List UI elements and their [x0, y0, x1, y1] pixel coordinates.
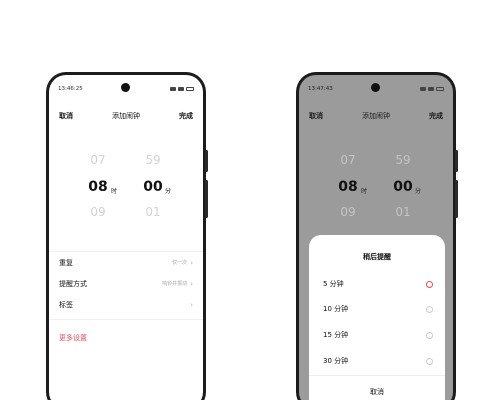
divider: [49, 319, 203, 320]
sheet-cancel-button[interactable]: 取消: [309, 387, 445, 397]
chevron-right-icon: ›: [190, 258, 193, 267]
minute-option[interactable]: 01: [388, 205, 418, 219]
hour-option[interactable]: 09: [83, 205, 113, 219]
radio-selected-icon[interactable]: [426, 280, 433, 288]
hour-selected[interactable]: 08: [83, 179, 113, 195]
chevron-right-icon: ›: [190, 300, 193, 309]
minute-option[interactable]: 01: [138, 205, 168, 219]
time-picker[interactable]: 07 08 09 时 59 00 01 分: [299, 139, 453, 229]
status-time: 13:47:43: [308, 86, 333, 92]
reminder-mode-row[interactable]: 提醒方式 响铃并振动 ›: [49, 273, 203, 294]
done-button[interactable]: 完成: [179, 111, 193, 121]
radio-icon[interactable]: [426, 357, 433, 365]
row-value: 响铃并振动: [162, 281, 188, 287]
hour-unit: 时: [361, 188, 368, 195]
hour-option[interactable]: [83, 139, 113, 149]
row-label: 提醒方式: [59, 279, 87, 288]
nav-bar: 取消 添加闹钟 完成: [49, 109, 203, 123]
row-value: 仅一次: [172, 260, 188, 266]
screen-snooze-sheet: 13:47:43 取消 添加闹钟 完成 07 08 09 时 59 00 01 …: [299, 75, 453, 400]
time-picker[interactable]: 07 08 09 时 59 00 01 分: [49, 139, 203, 229]
battery-icon: [186, 87, 194, 91]
phone-frame-right: 13:47:43 取消 添加闹钟 完成 07 08 09 时 59 00 01 …: [296, 72, 458, 400]
minute-selected[interactable]: 00: [388, 179, 418, 195]
battery-icon: [436, 87, 444, 91]
option-label: 10 分钟: [323, 305, 349, 313]
power-button: [205, 180, 208, 218]
divider: [309, 375, 445, 376]
radio-icon[interactable]: [426, 331, 433, 339]
hour-option[interactable]: 07: [333, 153, 363, 167]
row-value-wrap: ›: [187, 301, 193, 309]
chevron-right-icon: ›: [190, 279, 193, 288]
signal-icon: [170, 87, 176, 91]
snooze-option[interactable]: 15 分钟: [323, 328, 433, 342]
minute-unit: 分: [415, 188, 422, 195]
minute-selected[interactable]: 00: [138, 179, 168, 195]
hour-selected[interactable]: 08: [333, 179, 363, 195]
done-button[interactable]: 完成: [429, 111, 443, 121]
snooze-bottom-sheet: 稍后提醒 5 分钟 10 分钟 15 分钟 30 分钟 取消: [309, 235, 445, 400]
signal-icon: [420, 87, 426, 91]
snooze-option[interactable]: 30 分钟: [323, 354, 433, 368]
phone-frame-left: 13:46:25 取消 添加闹钟 完成 07 08 09 时 59 00 01 …: [46, 72, 208, 400]
minute-option[interactable]: 59: [388, 153, 418, 167]
status-bar: 13:47:43: [299, 84, 453, 94]
option-label: 15 分钟: [323, 331, 349, 339]
label-row[interactable]: 标签 ›: [49, 294, 203, 315]
hour-option[interactable]: 09: [333, 205, 363, 219]
wifi-icon: [178, 87, 184, 91]
hour-unit: 时: [111, 188, 118, 195]
hour-option[interactable]: 07: [83, 153, 113, 167]
cancel-button[interactable]: 取消: [59, 111, 73, 121]
snooze-option[interactable]: 10 分钟: [323, 302, 433, 316]
volume-button: [205, 150, 208, 172]
option-label: 5 分钟: [323, 280, 344, 288]
status-icons: [420, 87, 444, 91]
more-settings-link[interactable]: 更多设置: [59, 333, 87, 343]
option-label: 30 分钟: [323, 357, 349, 365]
wifi-icon: [428, 87, 434, 91]
cancel-button[interactable]: 取消: [309, 111, 323, 121]
status-bar: 13:46:25: [49, 84, 203, 94]
minute-option[interactable]: 59: [138, 153, 168, 167]
row-label: 重复: [59, 258, 73, 267]
status-time: 13:46:25: [58, 86, 83, 92]
power-button: [455, 180, 458, 218]
settings-list: 重复 仅一次 › 提醒方式 响铃并振动 › 标签 ›: [49, 251, 203, 315]
volume-button: [455, 150, 458, 172]
row-value-wrap: 响铃并振动 ›: [162, 280, 193, 288]
radio-icon[interactable]: [426, 305, 433, 313]
snooze-option[interactable]: 5 分钟: [323, 277, 433, 291]
repeat-row[interactable]: 重复 仅一次 ›: [49, 252, 203, 273]
screen-add-alarm: 13:46:25 取消 添加闹钟 完成 07 08 09 时 59 00 01 …: [49, 75, 203, 400]
nav-bar: 取消 添加闹钟 完成: [299, 109, 453, 123]
page-title: 添加闹钟: [362, 112, 390, 120]
row-label: 标签: [59, 300, 73, 309]
status-icons: [170, 87, 194, 91]
row-value-wrap: 仅一次 ›: [172, 259, 193, 267]
sheet-title: 稍后提醒: [363, 253, 391, 261]
minute-unit: 分: [165, 188, 172, 195]
page-title: 添加闹钟: [112, 112, 140, 120]
